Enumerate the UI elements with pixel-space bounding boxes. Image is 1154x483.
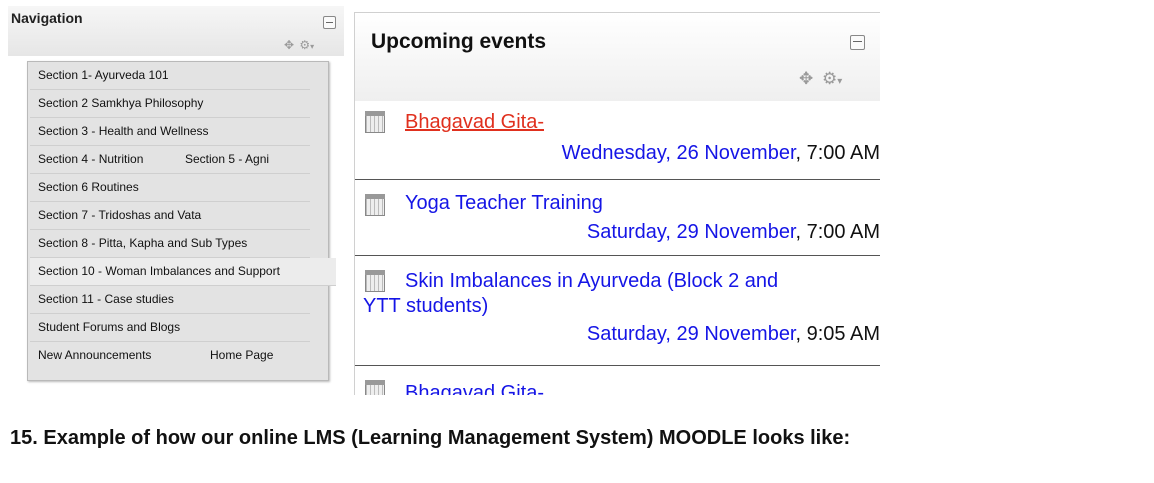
event-item: Skin Imbalances in Ayurveda (Block 2 and…: [355, 255, 880, 366]
upcoming-events-block: Upcoming events ✥ ⚙▾ Bhagavad Gita- Wedn…: [354, 12, 880, 395]
nav-link[interactable]: New Announcements: [30, 342, 151, 369]
event-link[interactable]: Skin Imbalances in Ayurveda (Block 2 and: [405, 270, 778, 293]
nav-link[interactable]: Home Page: [202, 342, 273, 369]
gear-icon[interactable]: ⚙: [822, 69, 837, 88]
nav-link[interactable]: Section 3 - Health and Wellness: [30, 118, 209, 145]
event-item: Bhagavad Gita- Wednesday, 26 November, 7…: [355, 101, 880, 179]
event-link[interactable]: Bhagavad Gita-: [405, 382, 544, 395]
event-item: Yoga Teacher Training Saturday, 29 Novem…: [355, 179, 880, 256]
nav-link[interactable]: Section 6 Routines: [30, 174, 139, 201]
nav-item: Section 4 - Nutrition Section 5 - Agni: [30, 146, 310, 174]
event-link-continued[interactable]: YTT students): [363, 295, 488, 318]
nav-link[interactable]: Section 2 Samkhya Philosophy: [30, 90, 203, 117]
gear-icon[interactable]: ⚙: [299, 38, 310, 52]
nav-link[interactable]: Section 1- Ayurveda 101: [30, 62, 169, 89]
events-title: Upcoming events: [371, 30, 547, 53]
calendar-icon: [365, 111, 385, 133]
chevron-down-icon[interactable]: ▾: [837, 76, 842, 87]
nav-link[interactable]: Section 10 - Woman Imbalances and Suppor…: [30, 258, 280, 285]
navigation-block: Navigation ✥ ⚙▾ Section 1- Ayurveda 101 …: [8, 6, 344, 386]
nav-item: Section 6 Routines: [30, 174, 310, 202]
nav-item: Section 7 - Tridoshas and Vata: [30, 202, 310, 230]
nav-link[interactable]: Section 4 - Nutrition: [30, 146, 143, 173]
nav-item: Section 11 - Case studies: [30, 286, 310, 314]
chevron-down-icon[interactable]: ▾: [310, 42, 314, 51]
calendar-icon: [365, 380, 385, 395]
nav-link[interactable]: Section 7 - Tridoshas and Vata: [30, 202, 201, 229]
event-link[interactable]: Yoga Teacher Training: [405, 192, 603, 215]
event-date: Saturday, 29 November, 9:05 AM: [586, 323, 880, 345]
move-icon[interactable]: ✥: [799, 69, 813, 88]
nav-item: Section 3 - Health and Wellness: [30, 118, 310, 146]
nav-item: Student Forums and Blogs: [30, 314, 310, 342]
nav-link[interactable]: Student Forums and Blogs: [30, 314, 180, 341]
nav-link[interactable]: Section 11 - Case studies: [30, 286, 174, 313]
nav-link[interactable]: Section 8 - Pitta, Kapha and Sub Types: [30, 230, 247, 257]
navigation-list: Section 1- Ayurveda 101 Section 2 Samkhy…: [27, 61, 336, 381]
collapse-icon[interactable]: [850, 35, 865, 50]
event-item: Bhagavad Gita-: [355, 365, 880, 395]
caption: 15. Example of how our online LMS (Learn…: [10, 427, 851, 449]
nav-link[interactable]: Section 5 - Agni: [177, 146, 269, 173]
calendar-icon: [365, 194, 385, 216]
event-date: Wednesday, 26 November, 7:00 AM: [561, 142, 880, 164]
event-link[interactable]: Bhagavad Gita-: [405, 111, 544, 134]
events-header: Upcoming events ✥ ⚙▾: [355, 13, 880, 101]
nav-item: Section 10 - Woman Imbalances and Suppor…: [30, 258, 336, 286]
nav-item: Section 1- Ayurveda 101: [30, 62, 310, 90]
collapse-icon[interactable]: [323, 16, 336, 29]
event-date: Saturday, 29 November, 7:00 AM: [586, 221, 880, 243]
calendar-icon: [365, 270, 385, 292]
nav-item: Section 8 - Pitta, Kapha and Sub Types: [30, 230, 310, 258]
navigation-header: Navigation ✥ ⚙▾: [8, 6, 344, 56]
navigation-title: Navigation: [11, 10, 83, 26]
nav-item: Section 2 Samkhya Philosophy: [30, 90, 310, 118]
move-icon[interactable]: ✥: [284, 38, 294, 52]
nav-item: New Announcements Home Page: [30, 342, 310, 369]
